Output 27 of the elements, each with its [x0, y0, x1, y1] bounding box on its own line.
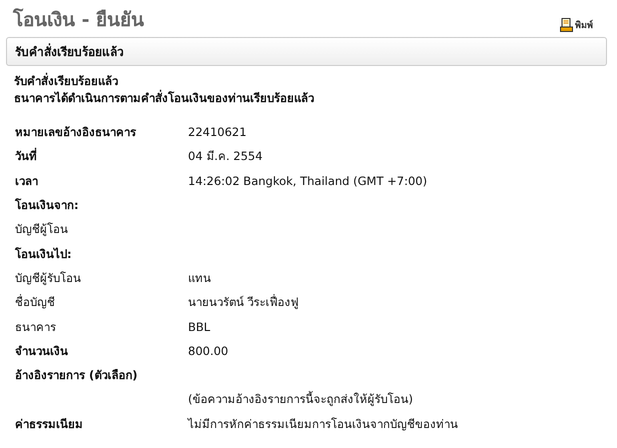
printer-icon: [560, 18, 573, 32]
field-value: นายนวรัตน์ วีระเฟื่องฟู: [188, 293, 299, 312]
field-label: ค่าธรรมเนียม: [15, 416, 84, 433]
field-value: แทน: [188, 270, 211, 287]
field-value: ไม่มีการหักค่าธรรมเนียมการโอนเงินจากบัญชีของท่าน: [188, 416, 458, 433]
print-link[interactable]: พิมพ์: [560, 18, 593, 32]
field-value: 04 มี.ค. 2554: [188, 148, 263, 166]
field-value: (ข้อความอ้างอิงรายการนี้จะถูกส่งให้ผู้รับโอน): [188, 390, 413, 408]
field-label: อ้างอิงรายการ (ตัวเลือก): [15, 367, 139, 384]
field-label: บัญชีผู้รับโอน: [15, 270, 82, 287]
field-label: โอนเงินไป:: [15, 246, 73, 263]
field-label: จำนวนเงิน: [15, 342, 69, 360]
field-label: เวลา: [15, 172, 39, 190]
field-label: ธนาคาร: [15, 318, 57, 336]
field-value: 14:26:02 Bangkok, Thailand (GMT +7:00): [188, 174, 428, 188]
field-label: ชื่อบัญชี: [15, 293, 56, 312]
field-label: โอนเงินจาก:: [15, 197, 80, 214]
field-value: 800.00: [188, 344, 228, 358]
field-label: หมายเลขอ้างอิงธนาคาร: [15, 124, 138, 142]
message-text: รับคำสั่งเรียบร้อยแล้ว: [14, 73, 119, 90]
field-label: บัญชีผู้โอน: [15, 221, 69, 238]
field-value: 22410621: [188, 125, 247, 140]
field-label: วันที่: [15, 147, 38, 166]
panel-title: รับคำสั่งเรียบร้อยแล้ว: [15, 42, 124, 61]
field-value: BBL: [188, 320, 210, 334]
message-text: ธนาคารได้ดำเนินการตามคำสั่งโอนเงินของท่านเรียบร้อยแล้ว: [14, 90, 315, 107]
page-title: โอนเงิน - ยืนยัน: [12, 7, 144, 33]
